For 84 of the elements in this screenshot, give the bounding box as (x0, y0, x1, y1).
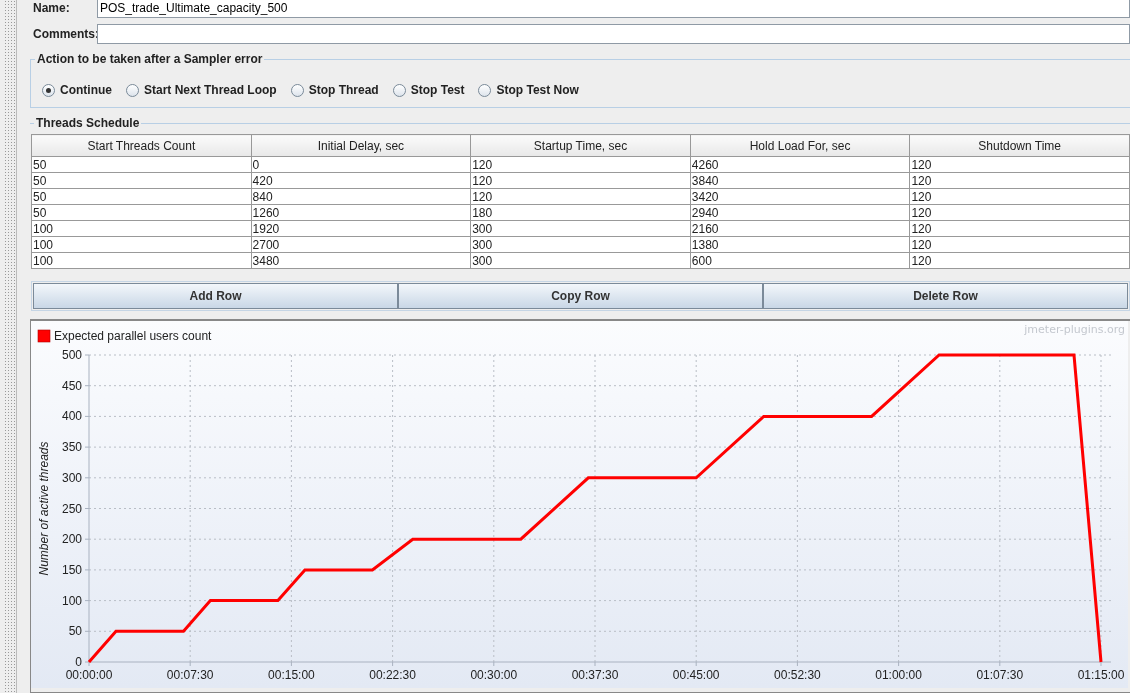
radio-option[interactable]: Start Next Thread Loop (126, 83, 277, 97)
table-cell[interactable]: 3480 (251, 252, 471, 269)
legend-label: Expected parallel users count (54, 329, 212, 343)
table-cell[interactable]: 300 (470, 252, 691, 269)
table-cell[interactable]: 2160 (690, 220, 910, 237)
column-header[interactable]: Hold Load For, sec (690, 134, 910, 157)
table-cell[interactable]: 120 (909, 236, 1130, 253)
radio-option[interactable]: Continue (42, 83, 112, 97)
table-cell[interactable]: 100 (31, 252, 252, 269)
y-tick-label: 350 (61, 440, 82, 455)
x-tick-label: 00:07:30 (166, 668, 214, 682)
table-button[interactable]: Delete Row (763, 283, 1128, 309)
x-tick-label: 01:07:30 (976, 668, 1024, 682)
column-header[interactable]: Initial Delay, sec (251, 134, 471, 157)
table-cell[interactable]: 120 (909, 220, 1130, 237)
comments-label: Comments: (32, 27, 97, 41)
y-tick-label: 500 (61, 348, 82, 362)
table-cell[interactable]: 120 (470, 188, 691, 205)
table-cell[interactable]: 600 (690, 252, 910, 269)
y-tick-label: 150 (61, 562, 82, 577)
table-cell[interactable]: 50 (31, 172, 252, 189)
column-header[interactable]: Shutdown Time (909, 134, 1130, 157)
table-cell[interactable]: 120 (909, 156, 1130, 173)
y-tick-label: 100 (61, 593, 82, 608)
table-cell[interactable]: 120 (909, 172, 1130, 189)
table-cell[interactable]: 100 (31, 220, 252, 237)
radio-option[interactable]: Stop Test (392, 83, 465, 97)
table-cell[interactable]: 50 (31, 156, 252, 173)
name-label: Name: (32, 1, 71, 15)
table-cell[interactable]: 180 (470, 204, 691, 221)
x-tick-label: 00:45:00 (672, 668, 720, 682)
table-cell[interactable]: 100 (31, 236, 252, 253)
x-tick-label: 01:00:00 (875, 668, 922, 682)
x-tick-label: 00:00:00 (65, 668, 113, 682)
y-tick-label: 200 (61, 532, 82, 547)
name-field[interactable]: POS_trade_Ultimate_capacity_500 (97, 0, 1130, 18)
table-button[interactable]: Add Row (33, 283, 398, 309)
table-cell[interactable]: 2700 (251, 236, 471, 253)
table-cell[interactable]: 840 (251, 188, 471, 205)
table-cell[interactable]: 3420 (690, 188, 910, 205)
radio-icon[interactable] (392, 83, 406, 97)
table-cell[interactable]: 120 (470, 172, 691, 189)
y-tick-label: 450 (61, 378, 82, 393)
table-cell[interactable]: 120 (909, 188, 1130, 205)
table-cell[interactable]: 120 (909, 252, 1130, 269)
table-button[interactable]: Copy Row (398, 283, 763, 309)
group-title: Threads Schedule (34, 116, 142, 130)
y-axis-label: Number of active threads (37, 441, 51, 576)
x-tick-label: 00:15:00 (268, 668, 315, 682)
y-tick-label: 50 (68, 624, 82, 639)
column-header[interactable]: Start Threads Count (31, 134, 252, 157)
splitter-handle[interactable] (4, 0, 17, 693)
table-cell[interactable]: 2940 (690, 204, 910, 221)
table-cell[interactable]: 120 (470, 156, 691, 173)
table-cell[interactable]: 300 (470, 236, 691, 253)
radio-icon[interactable] (290, 83, 304, 97)
table-cell[interactable]: 1380 (690, 236, 910, 253)
y-tick-label: 300 (61, 470, 82, 485)
radio-icon[interactable] (478, 83, 492, 97)
table-cell[interactable]: 1920 (251, 220, 471, 237)
y-tick-label: 400 (61, 409, 82, 424)
table-cell[interactable]: 420 (251, 172, 471, 189)
table-cell[interactable]: 4260 (690, 156, 910, 173)
table-cell[interactable]: 0 (251, 156, 471, 173)
table-cell[interactable]: 50 (31, 204, 252, 221)
table-cell[interactable]: 1260 (251, 204, 471, 221)
x-tick-label: 00:22:30 (369, 668, 416, 682)
x-tick-label: 00:52:30 (774, 668, 821, 682)
x-tick-label: 00:37:30 (571, 668, 619, 682)
radio-icon[interactable] (126, 83, 139, 97)
radio-option[interactable]: Stop Thread (290, 83, 379, 97)
y-tick-label: 0 (75, 655, 82, 669)
table-cell[interactable]: 300 (470, 220, 691, 237)
table-cell[interactable]: 120 (909, 204, 1130, 221)
x-tick-label: 00:30:00 (470, 668, 518, 682)
radio-icon[interactable] (42, 83, 55, 97)
comments-field[interactable] (97, 24, 1130, 44)
column-header[interactable]: Startup Time, sec (470, 134, 691, 157)
table-cell[interactable]: 3840 (690, 172, 910, 189)
y-tick-label: 250 (61, 501, 82, 516)
x-tick-label: 01:15:00 (1077, 668, 1125, 682)
group-title: Action to be taken after a Sampler error (35, 52, 265, 66)
radio-option[interactable]: Stop Test Now (478, 83, 579, 97)
table-cell[interactable]: 50 (31, 188, 252, 205)
